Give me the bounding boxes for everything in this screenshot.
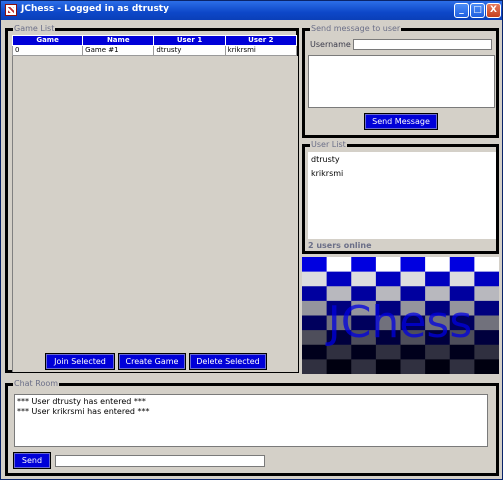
close-button[interactable]: X [486, 3, 501, 18]
column-header-game[interactable]: Game [11, 35, 84, 46]
column-header-name[interactable]: Name [82, 35, 155, 46]
checker-square [425, 271, 451, 287]
column-header-user2[interactable]: User 2 [224, 35, 298, 46]
checker-square [302, 344, 328, 360]
title-bar[interactable]: JChess - Logged in as dtrusty _ □ X [1, 1, 502, 20]
checker-square [326, 271, 352, 287]
checker-square [449, 271, 475, 287]
checker-square [449, 359, 475, 374]
username-input[interactable] [353, 39, 492, 50]
checker-square [375, 257, 401, 273]
chat-room-title: Chat Room [13, 379, 60, 389]
checker-square [302, 257, 328, 273]
checker-square [474, 257, 499, 273]
chat-line: *** User krikrsmi has entered *** [17, 407, 150, 416]
game-list-title: Game List [13, 24, 56, 34]
checker-square [302, 359, 328, 374]
checker-square [474, 286, 499, 302]
chat-send-button[interactable]: Send [13, 452, 51, 469]
app-icon [5, 4, 17, 16]
app-window: JChess - Logged in as dtrusty _ □ X Game… [0, 0, 503, 480]
create-game-button[interactable]: Create Game [118, 353, 186, 370]
user-list-title: User List [310, 140, 347, 150]
checker-square [326, 257, 352, 273]
chat-input[interactable] [55, 455, 265, 467]
delete-selected-button[interactable]: Delete Selected [189, 353, 267, 370]
chat-line: *** User dtrusty has entered *** [17, 397, 146, 406]
join-selected-button[interactable]: Join Selected [45, 353, 115, 370]
checker-square [375, 271, 401, 287]
checker-square [474, 330, 499, 346]
checker-square [302, 330, 328, 346]
user-list-item[interactable]: dtrusty [311, 155, 340, 164]
games-table[interactable]: Game Name User 1 User 2 0 Game #1 dtrust… [11, 35, 298, 56]
cell-game[interactable]: 0 [11, 45, 84, 56]
checker-square [474, 300, 499, 316]
checker-square [351, 257, 377, 273]
checker-square [425, 359, 451, 374]
checker-square [425, 257, 451, 273]
checker-square [474, 344, 499, 360]
checkerboard-logo-image: JChess [302, 257, 499, 374]
checker-square [474, 315, 499, 331]
checker-square [400, 359, 426, 374]
table-row[interactable]: 0 Game #1 dtrusty krikrsmi [11, 45, 298, 56]
minimize-button[interactable]: _ [454, 3, 469, 18]
checker-square [302, 300, 328, 316]
message-textarea[interactable] [308, 55, 495, 108]
send-message-title: Send message to user [310, 24, 402, 34]
cell-user1[interactable]: dtrusty [153, 45, 226, 56]
jchess-logo: JChess [302, 257, 499, 374]
checker-square [375, 359, 401, 374]
send-message-button[interactable]: Send Message [364, 113, 438, 130]
logo-text: JChess [325, 297, 473, 348]
checker-square [400, 271, 426, 287]
checker-square [326, 359, 352, 374]
game-list-empty-area[interactable] [12, 56, 298, 372]
user-list[interactable]: dtrusty krikrsmi [308, 152, 496, 239]
cell-name[interactable]: Game #1 [82, 45, 155, 56]
checker-square [351, 359, 377, 374]
users-online-status: 2 users online [308, 241, 372, 250]
checker-square [474, 359, 499, 374]
table-header-row: Game Name User 1 User 2 [11, 35, 298, 46]
checker-square [302, 286, 328, 302]
game-list-panel: Game List Game Name User 1 User 2 0 Game… [5, 24, 299, 373]
checker-square [351, 271, 377, 287]
checker-square [400, 257, 426, 273]
chat-log[interactable]: *** User dtrusty has entered *** *** Use… [14, 394, 488, 447]
checker-square [302, 315, 328, 331]
user-list-item[interactable]: krikrsmi [311, 169, 343, 178]
user-list-panel: User List dtrusty krikrsmi 2 users onlin… [302, 140, 499, 254]
username-label: Username [310, 40, 351, 49]
maximize-button[interactable]: □ [470, 3, 485, 18]
checker-square [302, 271, 328, 287]
checker-square [474, 271, 499, 287]
checker-square [449, 257, 475, 273]
cell-user2[interactable]: krikrsmi [224, 45, 298, 56]
window-title: JChess - Logged in as dtrusty [21, 4, 169, 14]
column-header-user1[interactable]: User 1 [153, 35, 226, 46]
send-message-panel: Send message to user Username Send Messa… [302, 24, 499, 138]
